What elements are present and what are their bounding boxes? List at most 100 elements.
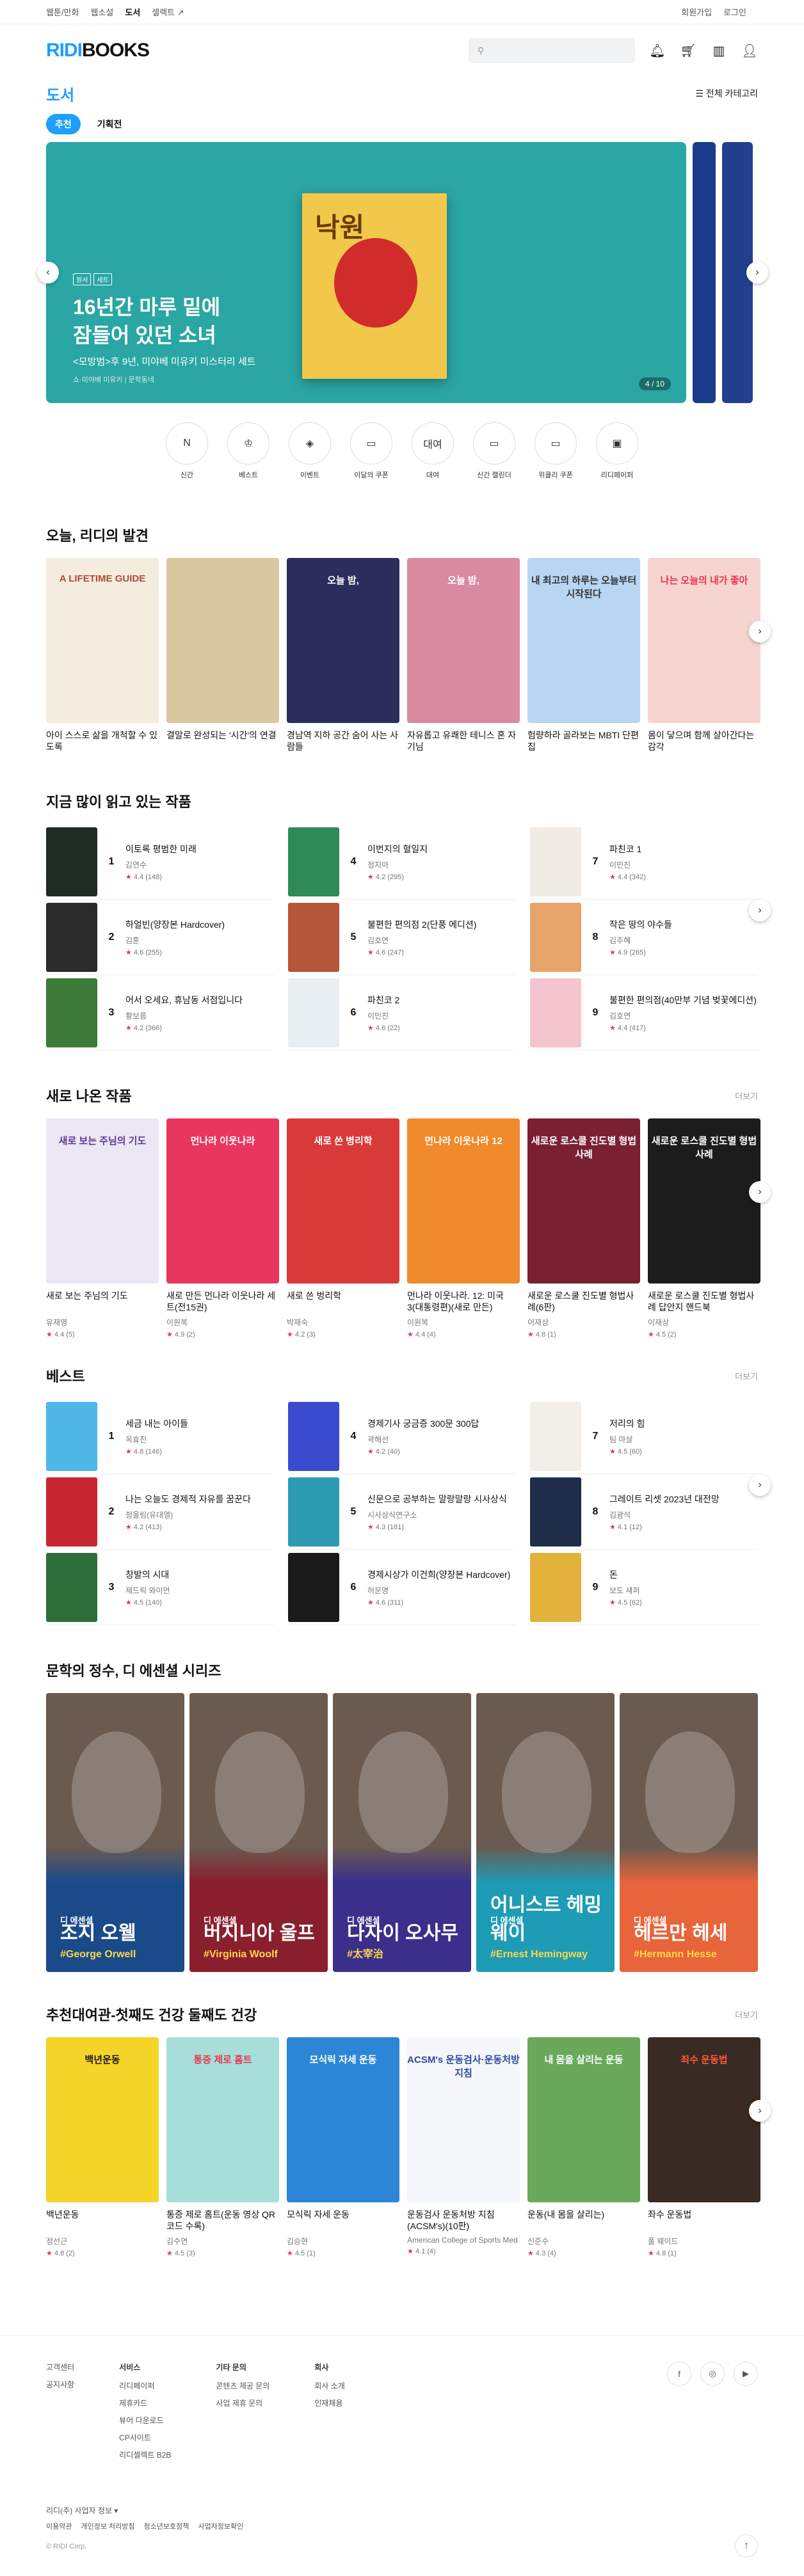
essential-card[interactable]: 디 에센셜 어니스트 헤밍웨이 #Ernest Hemingway <box>476 1693 615 1972</box>
book-author[interactable]: 김광석 <box>609 1509 758 1520</box>
notification-bell-icon[interactable]: 🔔︎ <box>649 42 666 59</box>
all-categories-button[interactable]: ☰ 전체 카테고리 <box>695 87 758 100</box>
book-title[interactable]: 새로 쓴 벙리학 <box>287 1290 399 1313</box>
book-title[interactable]: 새로운 로스쿨 진도별 형법사례 답안지 핸드북 <box>648 1290 760 1313</box>
book-card[interactable]: 오늘 밤, 경남역 지하 공간 숨어 사는 사람들 <box>287 558 399 752</box>
footer-link[interactable]: 리디셀렉트 B2B <box>119 2449 171 2460</box>
ranking-item[interactable]: 4 이번지의 혈일지 정지아 ★ 4.2 (295) <box>288 824 516 900</box>
book-author[interactable]: 폴 웨이드 <box>648 2236 760 2246</box>
book-author[interactable]: 이민진 <box>609 859 758 870</box>
top-nav-account-link[interactable]: 회원가입 <box>681 8 712 17</box>
book-cover[interactable]: 통증 제로 홈트 <box>166 2037 279 2202</box>
ranking-item[interactable]: 1 세금 내는 아이들 옥효진 ★ 4.8 (146) <box>46 1399 274 1474</box>
book-cover[interactable] <box>166 558 279 723</box>
book-cover[interactable] <box>288 1552 339 1622</box>
book-card[interactable]: 먼나라 이웃나라 12 먼나라 이웃나라. 12: 미국3(대통령편)(새로 만든… <box>407 1118 520 1339</box>
banner-slide[interactable]: 낙원 원서 세트 16년간 마루 밑에 잠들어 있던 소녀 <모방범>후 9년, … <box>46 142 686 403</box>
book-cover[interactable]: 오늘 밤, <box>287 558 399 723</box>
book-cover[interactable]: 새로 보는 주님의 기도 <box>46 1118 159 1284</box>
book-author[interactable]: 김수연 <box>166 2236 279 2246</box>
book-card[interactable]: 오늘 밤, 자유롭고 유쾌한 테니스 혼 자기님 <box>407 558 520 752</box>
footer-link[interactable]: 인재채용 <box>314 2397 345 2408</box>
essential-card[interactable]: 디 에센셜 헤르만 헤세 #Hermann Hesse <box>620 1693 758 1972</box>
ranking-item[interactable]: 8 작은 땅의 야수들 김주혜 ★ 4.9 (265) <box>530 900 758 975</box>
book-cover[interactable] <box>530 978 581 1047</box>
book-cover[interactable]: ACSM's 운동검사·운동처방 지침 <box>407 2037 520 2202</box>
ridibooks-logo[interactable]: RIDIBOOKS <box>46 40 150 61</box>
scroll-top-button[interactable]: ↑ <box>735 2534 758 2557</box>
book-title[interactable]: 좌수 운동법 <box>648 2209 760 2232</box>
book-title[interactable]: 파친코 1 <box>609 843 758 855</box>
carousel-next-button[interactable]: › <box>749 900 771 921</box>
essential-card[interactable]: 디 에센셜 조지 오웰 #George Orwell <box>46 1693 184 1972</box>
book-author[interactable]: 김호연 <box>367 935 516 946</box>
carousel-next-button[interactable]: › <box>749 1474 771 1496</box>
book-author[interactable]: American College of Sports Med <box>407 2236 520 2245</box>
book-title[interactable]: 경제기사 궁금증 300문 300답 <box>367 1417 516 1430</box>
book-title[interactable]: 통증 제로 홈트(운동 영상 QR코드 수록) <box>166 2209 279 2232</box>
book-cover[interactable] <box>288 827 339 896</box>
footer-link[interactable]: 제휴카드 <box>119 2397 171 2408</box>
book-author[interactable]: 보도 섀퍼 <box>609 1585 758 1596</box>
footer-legal-link[interactable]: 청소년보호정책 <box>144 2521 189 2531</box>
ranking-item[interactable]: 7 파친코 1 이민진 ★ 4.4 (342) <box>530 824 758 900</box>
top-nav-account-link[interactable]: 로그인 <box>723 8 746 17</box>
ranking-item[interactable]: 6 경제시상가 이건희(양장본 Hardcover) 허문명 ★ 4.6 (311) <box>288 1550 516 1625</box>
more-link[interactable]: 더보기 <box>735 1090 758 1102</box>
book-author[interactable]: 김훈 <box>125 935 274 946</box>
ranking-item[interactable]: 4 경제기사 궁금증 300문 300답 곽해선 ★ 4.2 (40) <box>288 1399 516 1474</box>
footer-link[interactable]: 뷰어 다운로드 <box>119 2415 171 2426</box>
book-title[interactable]: 나는 오늘도 경제적 자유를 꿈꾼다 <box>125 1493 274 1506</box>
book-title[interactable]: 백년운동 <box>46 2209 159 2232</box>
ranking-item[interactable]: 9 돈 보도 섀퍼 ★ 4.5 (62) <box>530 1550 758 1625</box>
book-title[interactable]: 몸이 닿으며 함께 살아간다는 감각 <box>648 729 760 752</box>
book-cover[interactable]: A LIFETIME GUIDE <box>46 558 159 723</box>
book-cover[interactable] <box>530 1477 581 1546</box>
book-cover[interactable] <box>46 1401 97 1471</box>
top-nav-link[interactable]: 웹소설 <box>90 8 113 17</box>
book-author[interactable]: 이원복 <box>407 1317 520 1328</box>
ranking-item[interactable]: 5 불편한 편의점 2(단풍 에디션) 김호연 ★ 4.6 (247) <box>288 900 516 975</box>
book-card[interactable]: 새로운 로스쿨 진도별 형법사례 새로운 로스쿨 진도별 형법사례 답안지 핸드북… <box>648 1118 760 1339</box>
ranking-item[interactable]: 1 이토록 평범한 미래 김연수 ★ 4.4 (148) <box>46 824 274 900</box>
book-title[interactable]: 이번지의 혈일지 <box>367 843 516 855</box>
quick-menu-item[interactable]: ▭ 이달의 쿠폰 <box>349 422 394 480</box>
banner-next-preview[interactable] <box>693 142 716 403</box>
book-author[interactable]: 옥효진 <box>125 1434 274 1445</box>
top-nav-link[interactable]: 셀렉트 ↗ <box>152 8 184 17</box>
book-author[interactable]: 청울림(유대열) <box>125 1509 274 1520</box>
quick-menu-item[interactable]: ▭ 신간 캘린더 <box>472 422 517 480</box>
search-input[interactable]: ⚲ <box>469 38 635 63</box>
book-cover[interactable] <box>530 1552 581 1622</box>
book-author[interactable]: 곽해선 <box>367 1434 516 1445</box>
book-cover[interactable]: 백년운동 <box>46 2037 159 2202</box>
book-cover[interactable]: 새로운 로스쿨 진도별 형법사례 <box>527 1118 640 1284</box>
book-cover[interactable] <box>530 1401 581 1471</box>
book-card[interactable]: 죄수 운동법 좌수 운동법 폴 웨이드 ★ 4.8 (1) <box>648 2037 760 2257</box>
top-nav-link[interactable]: 웹툰/만화 <box>46 8 79 17</box>
book-cover[interactable]: 내 최고의 하루는 오늘부터 시작된다 <box>527 558 640 723</box>
book-card[interactable]: 모식릭 자세 운동 모식릭 자세 운동 김승현 ★ 4.5 (1) <box>287 2037 399 2257</box>
book-title[interactable]: 작은 땅의 야수들 <box>609 918 758 931</box>
book-title[interactable]: 결말로 완성되는 '시간'의 연결 <box>166 729 279 752</box>
youtube-icon[interactable]: ▶ <box>734 2362 758 2386</box>
ranking-item[interactable]: 3 어서 오세요, 휴남동 서점입니다 황보름 ★ 4.2 (366) <box>46 975 274 1051</box>
book-card[interactable]: 내 최고의 하루는 오늘부터 시작된다 험량하라 골라보는 MBTI 단편집 <box>527 558 640 752</box>
book-author[interactable]: 제드릭 와이먼 <box>125 1585 274 1596</box>
footer-link[interactable]: 회사 소개 <box>314 2380 345 2391</box>
ranking-item[interactable]: 6 파친코 2 이민진 ★ 4.6 (22) <box>288 975 516 1051</box>
book-card[interactable]: 나는 오늘의 내가 좋아 몸이 닿으며 함께 살아간다는 감각 <box>648 558 760 752</box>
book-title[interactable]: 새로 만든 먼나라 이웃나라 세트(전15권) <box>166 1290 279 1313</box>
book-card[interactable]: 새로 보는 주님의 기도 새로 보는 주님의 기도 유재영 ★ 4.4 (5) <box>46 1118 159 1339</box>
book-cover[interactable] <box>46 1477 97 1546</box>
book-title[interactable]: 돈 <box>609 1568 758 1581</box>
book-title[interactable]: 먼나라 이웃나라. 12: 미국3(대통령편)(새로 만든) <box>407 1290 520 1313</box>
book-cover[interactable]: 먼나라 이웃나라 12 <box>407 1118 520 1284</box>
book-card[interactable]: ACSM's 운동검사·운동처방 지침 운동검사 운동처방 지침(ACSM's)(… <box>407 2037 520 2257</box>
footer-link[interactable]: 사업 제휴 문의 <box>216 2397 269 2408</box>
essential-card[interactable]: 디 에센셜 다자이 오사무 #太宰治 <box>333 1693 471 1972</box>
quick-menu-item[interactable]: 대여 대여 <box>410 422 455 480</box>
quick-menu-item[interactable]: ◈ 이벤트 <box>287 422 332 480</box>
book-title[interactable]: 경남역 지하 공간 숨어 사는 사람들 <box>287 729 399 752</box>
footer-legal-link[interactable]: 개인정보 처리방침 <box>81 2521 134 2531</box>
